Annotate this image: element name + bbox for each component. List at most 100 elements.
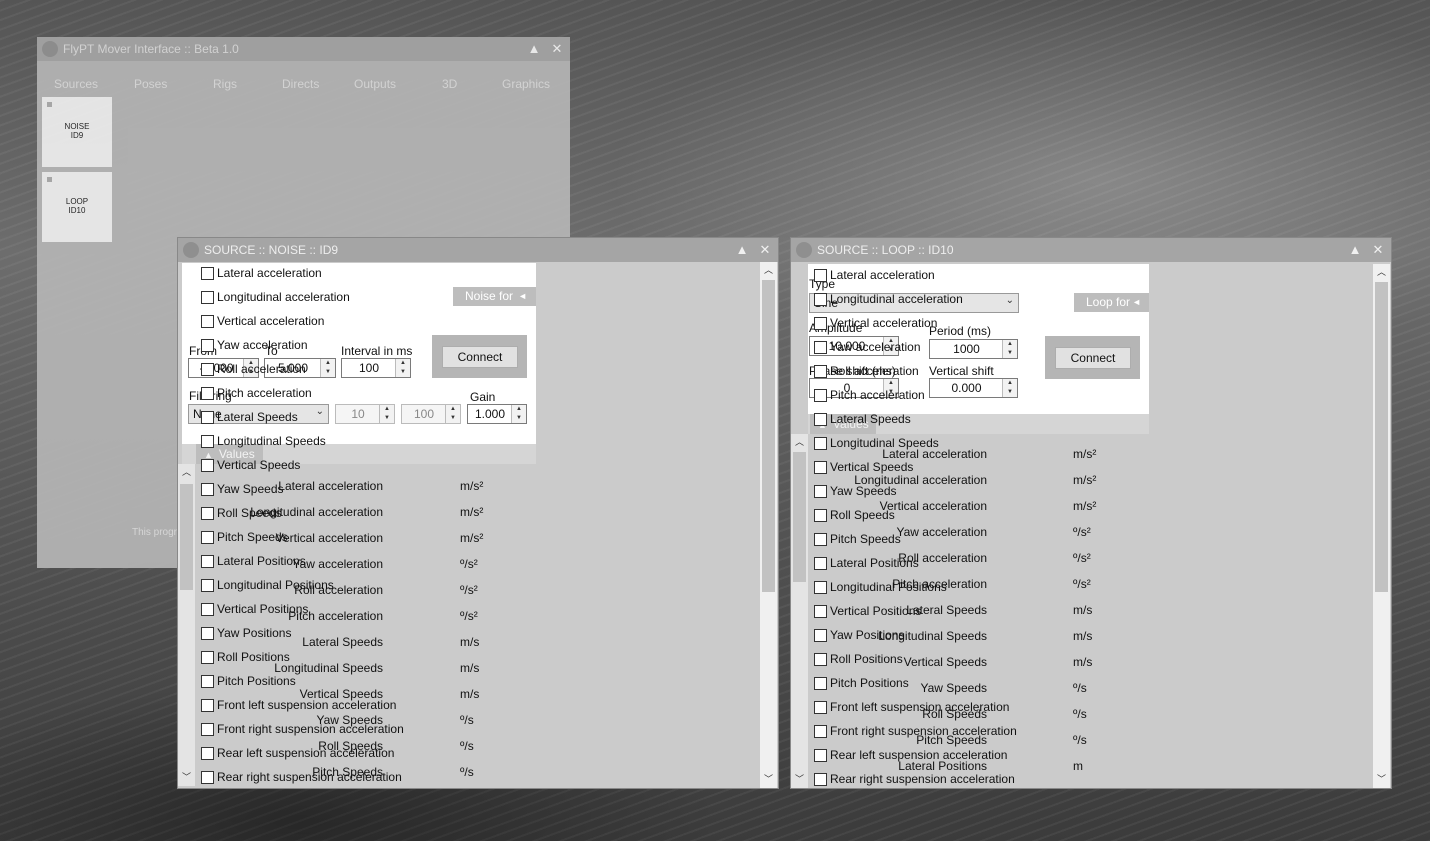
output-checkbox[interactable]: Front right suspension acceleration <box>201 722 404 738</box>
checkbox-box[interactable] <box>201 723 214 736</box>
scroll-up-icon[interactable]: ︿ <box>178 464 195 481</box>
output-checkbox[interactable]: Pitch acceleration <box>201 386 312 402</box>
spin-down-icon[interactable]: ▼ <box>516 415 522 421</box>
checkbox-box[interactable] <box>201 507 214 520</box>
checkbox-box[interactable] <box>814 437 827 450</box>
tab-3d[interactable]: 3D <box>442 77 457 91</box>
noise-for-button[interactable]: Noise for ◄ <box>453 287 537 306</box>
output-checkbox[interactable]: Vertical Speeds <box>814 460 913 476</box>
values-scrollbar[interactable]: ︿ ﹀ <box>791 434 808 788</box>
tab-rigs[interactable]: Rigs <box>213 77 237 91</box>
output-checkbox[interactable]: Rear left suspension acceleration <box>814 748 1007 764</box>
scroll-down-icon[interactable]: ﹀ <box>1373 771 1390 788</box>
output-checkbox[interactable]: Longitudinal Speeds <box>814 436 939 452</box>
spin-up-icon[interactable]: ▲ <box>1007 341 1013 347</box>
spin-up-icon[interactable]: ▲ <box>450 406 456 412</box>
checklist-scrollbar[interactable]: ︿ ﹀ <box>760 262 777 788</box>
checkbox-box[interactable] <box>201 315 214 328</box>
checklist-scrollbar[interactable]: ︿ ﹀ <box>1373 264 1390 788</box>
output-checkbox[interactable]: Vertical acceleration <box>814 316 937 332</box>
spin-buttons[interactable]: ▲ ▼ <box>395 359 410 377</box>
checkbox-box[interactable] <box>814 581 827 594</box>
output-checkbox[interactable]: Vertical acceleration <box>201 314 324 330</box>
spin-up-icon[interactable]: ▲ <box>400 360 406 366</box>
spin-buttons[interactable]: ▲ ▼ <box>1002 379 1017 397</box>
output-checkbox[interactable]: Front left suspension acceleration <box>814 700 1009 716</box>
checkbox-box[interactable] <box>201 627 214 640</box>
spin-up-icon[interactable]: ▲ <box>516 406 522 412</box>
spin-up-icon[interactable]: ▲ <box>1007 380 1013 386</box>
output-checkbox[interactable]: Lateral acceleration <box>201 266 322 282</box>
filter-param2-input[interactable]: 100 ▲ ▼ <box>401 404 461 424</box>
scroll-thumb[interactable] <box>762 280 775 592</box>
collapse-icon[interactable]: ▲ <box>1345 239 1365 261</box>
spin-down-icon[interactable]: ▼ <box>384 415 390 421</box>
checkbox-box[interactable] <box>814 557 827 570</box>
checkbox-box[interactable] <box>201 291 214 304</box>
spin-up-icon[interactable]: ▲ <box>384 406 390 412</box>
main-titlebar[interactable]: FlyPT Mover Interface :: Beta 1.0 ▲ ✕ <box>37 37 570 61</box>
close-icon[interactable]: ✕ <box>755 239 775 261</box>
checkbox-box[interactable] <box>814 509 827 522</box>
checkbox-box[interactable] <box>814 293 827 306</box>
checkbox-box[interactable] <box>201 363 214 376</box>
spin-buttons[interactable]: ▲ ▼ <box>1002 340 1017 358</box>
vertical-shift-input[interactable]: 0.000 ▲ ▼ <box>929 378 1018 398</box>
output-checkbox[interactable]: Pitch Speeds <box>814 532 901 548</box>
checkbox-box[interactable] <box>201 339 214 352</box>
output-checkbox[interactable]: Yaw Positions <box>814 628 904 644</box>
close-icon[interactable]: ✕ <box>1368 239 1388 261</box>
checkbox-box[interactable] <box>814 365 827 378</box>
output-checkbox[interactable]: Pitch acceleration <box>814 388 925 404</box>
checkbox-box[interactable] <box>814 701 827 714</box>
spin-buttons[interactable]: ▲ ▼ <box>320 359 335 377</box>
output-checkbox[interactable]: Roll Positions <box>814 652 903 668</box>
checkbox-box[interactable] <box>814 653 827 666</box>
checkbox-box[interactable] <box>814 413 827 426</box>
scroll-up-icon[interactable]: ︿ <box>1373 264 1390 281</box>
output-checkbox[interactable]: Lateral Positions <box>814 556 919 572</box>
spin-buttons[interactable]: ▲ ▼ <box>379 405 394 423</box>
connect-button[interactable]: Connect <box>442 346 518 368</box>
output-checkbox[interactable]: Pitch Positions <box>814 676 909 692</box>
spin-down-icon[interactable]: ▼ <box>1007 389 1013 395</box>
output-checkbox[interactable]: Longitudinal Positions <box>201 578 334 594</box>
output-checkbox[interactable]: Lateral Speeds <box>201 410 298 426</box>
output-checkbox[interactable]: Vertical Positions <box>814 604 921 620</box>
checkbox-box[interactable] <box>201 651 214 664</box>
scroll-thumb[interactable] <box>180 484 193 590</box>
tab-outputs[interactable]: Outputs <box>354 77 396 91</box>
checkbox-box[interactable] <box>201 411 214 424</box>
output-checkbox[interactable]: Roll acceleration <box>201 362 306 378</box>
output-checkbox[interactable]: Rear left suspension acceleration <box>201 746 394 762</box>
output-checkbox[interactable]: Longitudinal Speeds <box>201 434 326 450</box>
collapse-icon[interactable]: ▲ <box>524 38 544 60</box>
tab-poses[interactable]: Poses <box>134 77 167 91</box>
output-checkbox[interactable]: Pitch Speeds <box>201 530 288 546</box>
checkbox-box[interactable] <box>201 603 214 616</box>
checkbox-box[interactable] <box>201 267 214 280</box>
output-checkbox[interactable]: Rear right suspension acceleration <box>201 770 402 786</box>
output-checkbox[interactable]: Longitudinal Positions <box>814 580 947 596</box>
scroll-thumb[interactable] <box>793 452 806 582</box>
checkbox-box[interactable] <box>201 459 214 472</box>
close-icon[interactable]: ✕ <box>547 38 567 60</box>
checkbox-box[interactable] <box>814 725 827 738</box>
tab-sources[interactable]: Sources <box>54 77 98 91</box>
output-checkbox[interactable]: Rear right suspension acceleration <box>814 772 1015 788</box>
checkbox-box[interactable] <box>201 531 214 544</box>
spin-up-icon[interactable]: ▲ <box>888 380 894 386</box>
values-scrollbar[interactable]: ︿ ﹀ <box>178 464 195 786</box>
checkbox-box[interactable] <box>201 435 214 448</box>
output-checkbox[interactable]: Lateral Positions <box>201 554 306 570</box>
scroll-down-icon[interactable]: ﹀ <box>791 771 808 788</box>
output-checkbox[interactable]: Longitudinal acceleration <box>201 290 350 306</box>
checkbox-box[interactable] <box>814 749 827 762</box>
output-checkbox[interactable]: Yaw acceleration <box>814 340 921 356</box>
output-checkbox[interactable]: Pitch Positions <box>201 674 296 690</box>
checkbox-box[interactable] <box>814 341 827 354</box>
output-checkbox[interactable]: Vertical Positions <box>201 602 308 618</box>
interval-input[interactable]: 100 ▲ ▼ <box>341 358 411 378</box>
output-checkbox[interactable]: Roll Speeds <box>201 506 282 522</box>
checkbox-box[interactable] <box>201 771 214 784</box>
